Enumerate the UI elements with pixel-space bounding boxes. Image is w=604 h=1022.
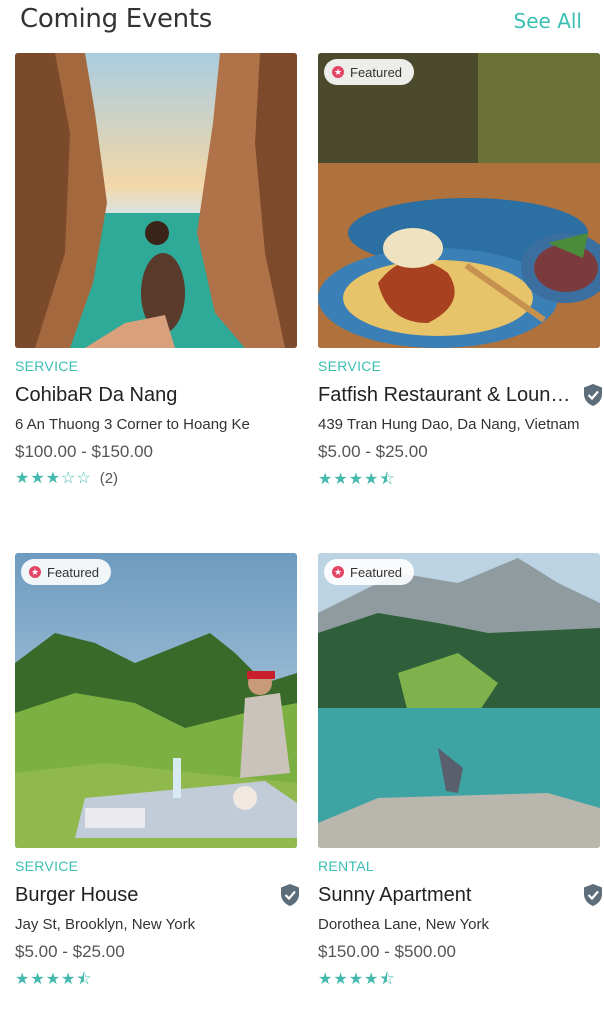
rating: ★★★★⯪ <box>318 968 600 995</box>
verified-shield-icon <box>584 384 602 406</box>
event-image[interactable] <box>15 53 297 348</box>
section-title: Coming Events <box>20 4 212 34</box>
event-image[interactable]: ★ Featured <box>318 553 600 848</box>
event-name[interactable]: Sunny Apartment <box>318 884 576 907</box>
rating: ★★★★⯪ <box>318 468 600 495</box>
event-address: 439 Tran Hung Dao, Da Nang, Vietnam <box>318 416 580 433</box>
star-icon: ★ <box>332 566 344 578</box>
event-name[interactable]: Fatfish Restaurant & Lounge Bar <box>318 384 576 407</box>
rating-stars: ★★★★⯪ <box>318 471 396 488</box>
review-count: (2) <box>99 469 119 487</box>
event-address: 6 An Thuong 3 Corner to Hoang Ke <box>15 416 250 433</box>
event-price: $100.00 - $150.00 <box>15 442 154 461</box>
featured-badge: ★ Featured <box>21 559 112 585</box>
event-price: $5.00 - $25.00 <box>15 942 125 961</box>
event-address: Dorothea Lane, New York <box>318 916 489 933</box>
event-category: SERVICE <box>318 358 382 374</box>
event-name[interactable]: Burger House <box>15 884 273 907</box>
section-header: Coming Events See All <box>0 0 604 44</box>
rating-stars: ★★★★⯪ <box>318 971 396 988</box>
rating: ★★★☆☆ (2) <box>15 468 297 488</box>
verified-shield-icon <box>584 884 602 906</box>
featured-badge: ★ Featured <box>324 559 415 585</box>
event-card[interactable]: ★ Featured RENTAL Sunny Apartment Doroth… <box>318 553 602 995</box>
event-category: RENTAL <box>318 858 374 874</box>
event-card[interactable]: ★ Featured SERVICE Burger House Jay St, … <box>15 553 299 995</box>
event-card[interactable]: SERVICE CohibaR Da Nang 6 An Thuong 3 Co… <box>15 53 297 488</box>
event-price: $150.00 - $500.00 <box>318 942 457 961</box>
rating: ★★★★⯪ <box>15 968 297 995</box>
event-price: $5.00 - $25.00 <box>318 442 428 461</box>
event-card[interactable]: ★ Featured SERVICE Fatfish Restaurant & … <box>318 53 602 495</box>
star-icon: ★ <box>29 566 41 578</box>
event-category: SERVICE <box>15 358 79 374</box>
verified-shield-icon <box>281 884 299 906</box>
rating-stars: ★★★★⯪ <box>15 971 93 988</box>
star-icon: ★ <box>332 66 344 78</box>
event-category: SERVICE <box>15 858 79 874</box>
event-address: Jay St, Brooklyn, New York <box>15 916 196 933</box>
rating-stars: ★★★☆☆ <box>15 470 92 487</box>
event-image[interactable]: ★ Featured <box>15 553 297 848</box>
event-name[interactable]: CohibaR Da Nang <box>15 384 273 407</box>
featured-badge: ★ Featured <box>324 59 415 85</box>
event-image[interactable]: ★ Featured <box>318 53 600 348</box>
see-all-link[interactable]: See All <box>514 9 582 33</box>
